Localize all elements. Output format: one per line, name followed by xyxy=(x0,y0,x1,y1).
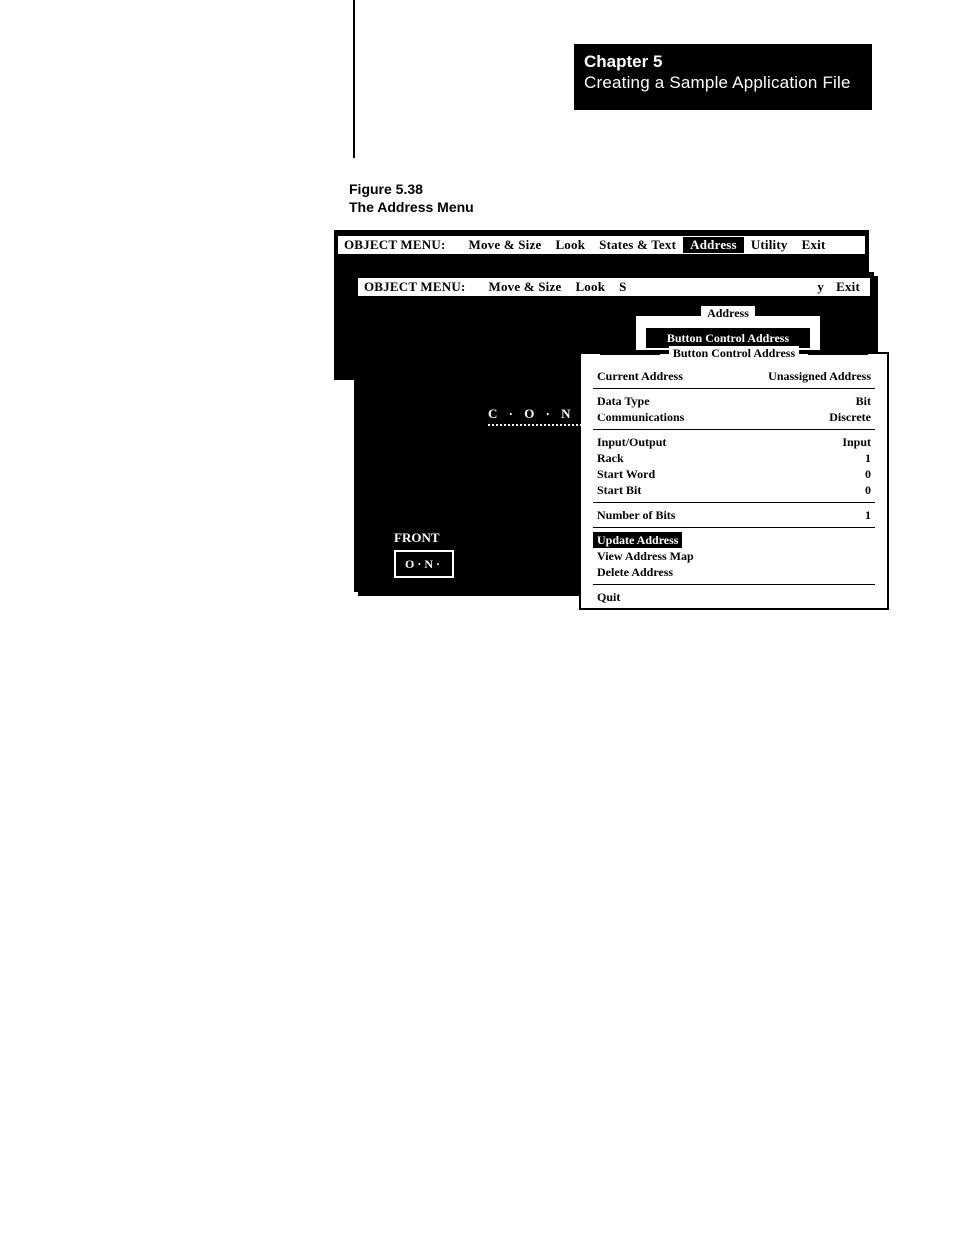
menu-exit[interactable]: Exit xyxy=(795,237,833,253)
menu-move-size[interactable]: Move & Size xyxy=(461,237,548,253)
row-start-bit: Start Bit 0 xyxy=(593,482,875,498)
start-word-value[interactable]: 0 xyxy=(865,466,871,482)
row-communications: Communications Discrete xyxy=(593,409,875,425)
menu-states-text[interactable]: States & Text xyxy=(592,237,683,253)
chapter-title: Creating a Sample Application File xyxy=(584,72,862,94)
button-control-address-panel: Button Control Address Current Address U… xyxy=(579,352,889,610)
panel-separator xyxy=(593,527,875,528)
row-quit[interactable]: Quit xyxy=(593,589,875,605)
vertical-rule xyxy=(353,0,355,158)
num-bits-value[interactable]: 1 xyxy=(865,507,871,523)
canvas-conv-label: C · O · N · V · xyxy=(488,406,626,426)
current-address-value: Unassigned Address xyxy=(768,368,871,384)
menu-address[interactable]: Address xyxy=(683,237,744,253)
figure-title: The Address Menu xyxy=(349,198,474,216)
menu2-states-partial[interactable]: S xyxy=(612,279,633,295)
panel-title: Button Control Address xyxy=(581,346,887,361)
chapter-header: Chapter 5 Creating a Sample Application … xyxy=(574,44,872,110)
quit-action[interactable]: Quit xyxy=(597,589,620,605)
menubar-front: OBJECT MENU: Move & Size Look S y Exit xyxy=(358,278,870,296)
panel-separator xyxy=(593,388,875,389)
row-update-address[interactable]: Update Address xyxy=(593,532,875,548)
view-address-map-action[interactable]: View Address Map xyxy=(597,548,694,564)
menu-look[interactable]: Look xyxy=(548,237,592,253)
chapter-number: Chapter 5 xyxy=(584,52,862,72)
row-num-bits: Number of Bits 1 xyxy=(593,507,875,523)
num-bits-label: Number of Bits xyxy=(597,507,675,523)
menu2-move-size[interactable]: Move & Size xyxy=(481,279,568,295)
menu2-look[interactable]: Look xyxy=(568,279,612,295)
row-current-address: Current Address Unassigned Address xyxy=(593,368,875,384)
canvas-on-button[interactable]: O·N· xyxy=(394,550,454,578)
communications-value[interactable]: Discrete xyxy=(829,409,871,425)
rack-value[interactable]: 1 xyxy=(865,450,871,466)
menubar-back: OBJECT MENU: Move & Size Look States & T… xyxy=(338,236,865,254)
panel-separator xyxy=(593,429,875,430)
row-rack: Rack 1 xyxy=(593,450,875,466)
panel-separator xyxy=(593,584,875,585)
start-word-label: Start Word xyxy=(597,466,655,482)
address-dropdown-selected[interactable]: Button Control Address xyxy=(646,328,810,348)
update-address-action[interactable]: Update Address xyxy=(593,532,682,548)
screenshot-illustration: OBJECT MENU: Move & Size Look States & T… xyxy=(334,230,872,590)
menu2-utility-partial[interactable]: y xyxy=(811,279,830,295)
io-value[interactable]: Input xyxy=(842,434,871,450)
row-delete-address[interactable]: Delete Address xyxy=(593,564,875,580)
current-address-label: Current Address xyxy=(597,368,683,384)
figure-number: Figure 5.38 xyxy=(349,180,474,198)
menu-utility[interactable]: Utility xyxy=(744,237,795,253)
start-bit-label: Start Bit xyxy=(597,482,641,498)
figure-caption: Figure 5.38 The Address Menu xyxy=(349,180,474,216)
panel-separator xyxy=(593,502,875,503)
row-start-word: Start Word 0 xyxy=(593,466,875,482)
front-window: OBJECT MENU: Move & Size Look S y Exit A… xyxy=(354,272,874,592)
start-bit-value[interactable]: 0 xyxy=(865,482,871,498)
row-view-map[interactable]: View Address Map xyxy=(593,548,875,564)
canvas-front-label: FRONT xyxy=(394,530,440,546)
address-dropdown-legend: Address xyxy=(636,306,820,321)
rack-label: Rack xyxy=(597,450,624,466)
menu2-exit[interactable]: Exit xyxy=(830,279,866,295)
menubar-front-label: OBJECT MENU: xyxy=(358,279,471,295)
delete-address-action[interactable]: Delete Address xyxy=(597,564,673,580)
data-type-value[interactable]: Bit xyxy=(856,393,871,409)
document-page: Chapter 5 Creating a Sample Application … xyxy=(0,0,954,1235)
io-label: Input/Output xyxy=(597,434,666,450)
row-data-type: Data Type Bit xyxy=(593,393,875,409)
menubar-back-label: OBJECT MENU: xyxy=(338,237,451,253)
row-io: Input/Output Input xyxy=(593,434,875,450)
